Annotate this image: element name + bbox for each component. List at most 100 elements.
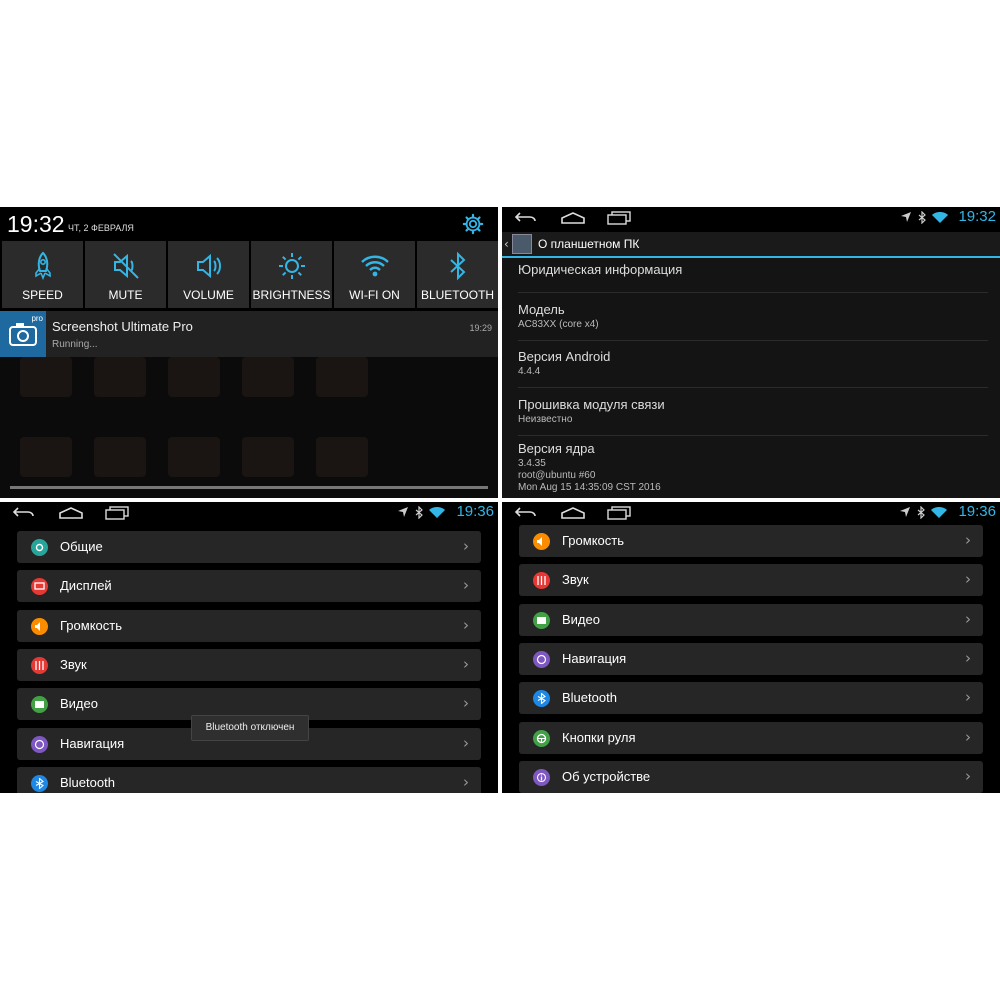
launcher-background (0, 357, 498, 498)
bluetooth-status-icon (917, 506, 925, 519)
menu-item-volume[interactable]: Громкость › (17, 610, 481, 642)
legal-info-title: Юридическая информация (518, 262, 683, 277)
volume-icon (196, 253, 221, 279)
menu-item-sound[interactable]: Звук › (519, 564, 983, 596)
chevron-right-icon: › (965, 728, 971, 746)
steering-wheel-icon (533, 730, 550, 747)
menu-item-navigation[interactable]: Навигация › (519, 643, 983, 675)
menu-item-video[interactable]: Видео › (519, 604, 983, 636)
chevron-right-icon: › (965, 570, 971, 588)
menu-item-label: Видео (60, 696, 98, 711)
navigation-bar: 19:36 (0, 502, 498, 526)
bluetooth-tile-label: BLUETOOTH (420, 288, 495, 302)
settings-menu-panel-left: 19:36 Общие › Дисплей › Громкость › Звук… (0, 502, 498, 793)
menu-item-label: Bluetooth (60, 775, 115, 790)
menu-item-about-device[interactable]: Об устройстве › (519, 761, 983, 793)
menu-item-label: Звук (562, 572, 589, 587)
volume-tile[interactable]: VOLUME (168, 241, 249, 308)
about-list: Юридическая информация Модель AC83XX (co… (502, 258, 1000, 498)
status-time: 19:36 (958, 503, 996, 520)
menu-item-bluetooth[interactable]: Bluetooth › (17, 767, 481, 793)
status-time: 19:36 (456, 503, 494, 520)
divider (518, 387, 988, 388)
model-title: Модель (518, 302, 565, 317)
info-icon (533, 769, 550, 786)
recent-apps-icon[interactable] (104, 506, 130, 520)
chevron-right-icon: › (463, 576, 469, 594)
android-version-title: Версия Android (518, 349, 611, 364)
chevron-right-icon: › (463, 616, 469, 634)
chevron-right-icon: › (965, 531, 971, 549)
list-item-legal[interactable]: Юридическая информация (518, 262, 988, 277)
divider (518, 292, 988, 293)
menu-item-display[interactable]: Дисплей › (17, 570, 481, 602)
menu-item-bluetooth[interactable]: Bluetooth › (519, 682, 983, 714)
bluetooth-icon (533, 690, 550, 707)
back-icon[interactable] (12, 506, 36, 520)
chevron-right-icon: › (463, 537, 469, 555)
navigation-icon (31, 736, 48, 753)
menu-item-label: Громкость (60, 618, 122, 633)
divider (518, 435, 988, 436)
menu-item-label: Видео (562, 612, 600, 627)
menu-item-sound[interactable]: Звук › (17, 649, 481, 681)
equalizer-icon (533, 572, 550, 589)
baseband-value: Неизвестно (518, 414, 573, 425)
kernel-version: 3.4.35 (518, 458, 546, 469)
kernel-build-host: root@ubuntu #60 (518, 470, 596, 481)
list-item-model[interactable]: Модель AC83XX (core x4) (518, 302, 988, 331)
bluetooth-toast: Bluetooth отключен (191, 715, 309, 741)
menu-item-volume[interactable]: Громкость › (519, 525, 983, 557)
wifi-tile-label: WI-FI ON (349, 288, 400, 302)
divider (518, 340, 988, 341)
settings-app-icon (512, 234, 532, 254)
ghost-app-icons-row (20, 357, 368, 397)
menu-item-label: Кнопки руля (562, 730, 636, 745)
back-icon[interactable] (514, 506, 538, 520)
screenshot-notification[interactable]: pro Screenshot Ultimate Pro Running... 1… (0, 311, 498, 357)
mute-tile[interactable]: MUTE (85, 241, 166, 308)
menu-item-steering-buttons[interactable]: Кнопки руля › (519, 722, 983, 754)
home-icon[interactable] (58, 506, 84, 520)
notification-title: Screenshot Ultimate Pro (52, 319, 193, 334)
model-value: AC83XX (core x4) (518, 319, 599, 330)
list-item-baseband[interactable]: Прошивка модуля связи Неизвестно (518, 397, 988, 426)
settings-icon (31, 539, 48, 556)
chevron-right-icon: › (463, 773, 469, 791)
kernel-title: Версия ядра (518, 441, 595, 456)
gear-icon[interactable] (462, 213, 484, 235)
brightness-tile[interactable]: BRIGHTNESS (251, 241, 332, 308)
up-chevron-icon[interactable]: ‹ (504, 237, 509, 251)
wifi-status-icon (932, 212, 948, 223)
quick-settings-row: SPEED MUTE VOLUME BRIGHTNESS WI-FI ON BL… (2, 241, 498, 308)
volume-tile-label: VOLUME (183, 288, 234, 302)
wifi-icon (360, 255, 389, 277)
wifi-status-icon (931, 507, 947, 518)
shade-drag-handle[interactable] (10, 486, 488, 489)
android-version-value: 4.4.4 (518, 366, 541, 377)
recent-apps-icon[interactable] (606, 506, 632, 520)
about-tablet-panel: 19:32 ‹ О планшетном ПК Юридическая инфо… (502, 207, 1000, 498)
bluetooth-tile[interactable]: BLUETOOTH (417, 241, 498, 308)
home-icon[interactable] (560, 211, 586, 225)
status-time: 19:32 (958, 208, 996, 225)
menu-item-general[interactable]: Общие › (17, 531, 481, 563)
menu-item-label: Навигация (562, 651, 627, 666)
bluetooth-status-icon (918, 211, 926, 224)
back-icon[interactable] (514, 211, 538, 225)
location-icon (398, 507, 408, 517)
list-item-android-version[interactable]: Версия Android 4.4.4 (518, 349, 988, 378)
list-item-kernel[interactable]: Версия ядра 3.4.35 root@ubuntu #60 Mon A… (518, 441, 988, 494)
chevron-right-icon: › (463, 734, 469, 752)
home-icon[interactable] (560, 506, 586, 520)
chevron-right-icon: › (965, 688, 971, 706)
location-icon (901, 212, 911, 222)
speed-tile[interactable]: SPEED (2, 241, 83, 308)
wifi-tile[interactable]: WI-FI ON (334, 241, 415, 308)
video-icon (31, 696, 48, 713)
recent-apps-icon[interactable] (606, 211, 632, 225)
menu-item-label: Дисплей (60, 578, 112, 593)
about-action-bar[interactable]: ‹ О планшетном ПК (502, 232, 1000, 258)
mute-tile-label: MUTE (108, 288, 143, 302)
navigation-icon (533, 651, 550, 668)
